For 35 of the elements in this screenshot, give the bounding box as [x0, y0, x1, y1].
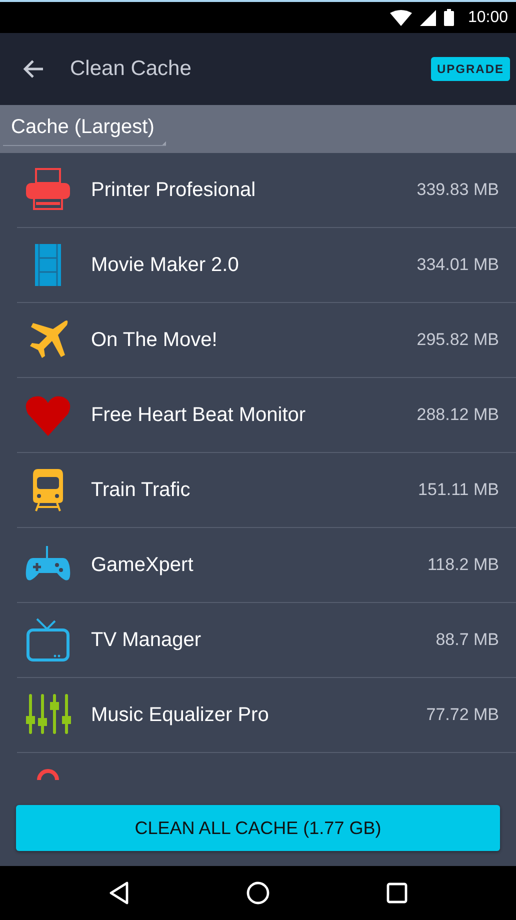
clean-all-cache-button[interactable]: CLEAN ALL CACHE (1.77 GB) — [16, 805, 500, 851]
app-name: GameXpert — [91, 554, 194, 576]
wifi-icon — [390, 10, 412, 26]
cache-size: 295.82 MB — [416, 330, 499, 350]
app-row[interactable]: Printer Profesional 339.83 MB — [17, 153, 516, 228]
cache-size: 88.7 MB — [436, 630, 499, 650]
app-name: Free Heart Beat Monitor — [91, 404, 307, 426]
app-name: Printer Profesional — [91, 178, 257, 202]
back-icon[interactable] — [108, 881, 130, 905]
home-icon[interactable] — [246, 881, 270, 905]
app-row[interactable]: Music Equalizer Pro 77.72 MB — [17, 678, 516, 753]
back-arrow-icon — [22, 59, 44, 79]
app-row[interactable]: Train Trafic 151.11 MB — [17, 453, 516, 528]
app-row[interactable]: Movie Maker 2.0 334.01 MB — [17, 228, 516, 303]
app-row[interactable]: Free Heart Beat Monitor 288.12 MB — [17, 378, 516, 453]
app-name: Train Trafic — [91, 478, 192, 502]
app-row[interactable]: On The Move! 295.82 MB — [17, 303, 516, 378]
status-time: 10:00 — [468, 8, 508, 26]
app-name: Movie Maker 2.0 — [91, 254, 240, 276]
app-row[interactable]: GameXpert 118.2 MB — [17, 528, 516, 603]
app-name: On The Move! — [91, 328, 218, 352]
cache-size: 77.72 MB — [426, 705, 499, 725]
signal-icon — [420, 10, 436, 26]
app-row[interactable]: TV Manager 88.7 MB — [17, 603, 516, 678]
cache-size: 118.2 MB — [427, 555, 499, 575]
cache-size: 288.12 MB — [416, 405, 499, 425]
cache-size: 339.83 MB — [416, 180, 499, 200]
screen-title: Clean Cache — [70, 57, 192, 81]
app-name: TV Manager — [91, 628, 202, 652]
recents-icon[interactable] — [386, 882, 408, 904]
cache-size: 334.01 MB — [416, 255, 499, 275]
upgrade-button[interactable]: UPGRADE — [430, 57, 510, 81]
app-name: Music Equalizer Pro — [91, 704, 270, 726]
battery-icon — [444, 9, 454, 26]
cache-size: 151.11 MB — [418, 480, 499, 500]
